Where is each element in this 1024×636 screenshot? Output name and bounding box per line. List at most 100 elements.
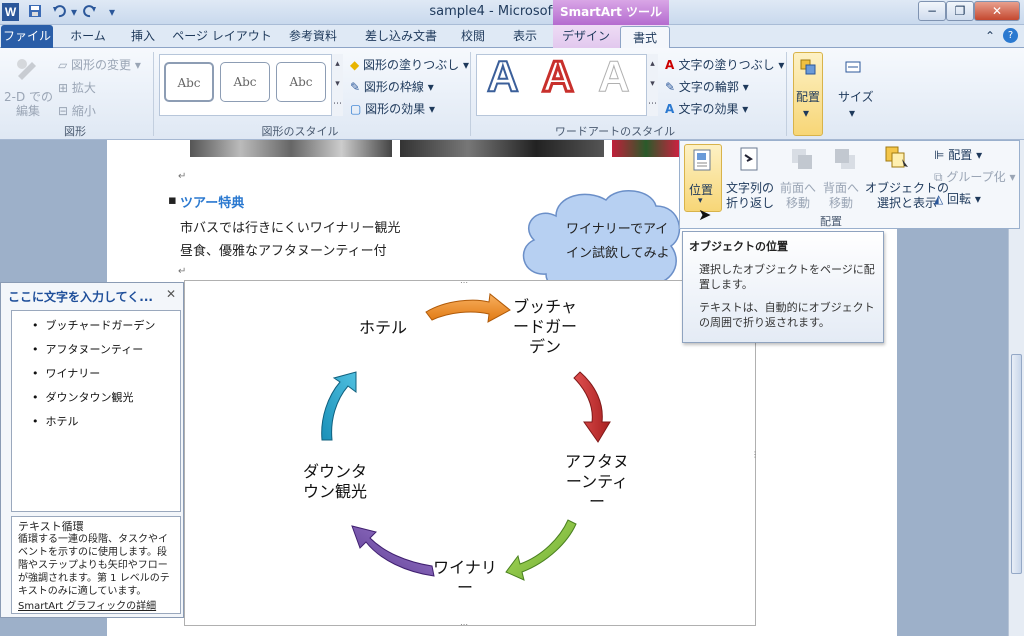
arrange-button[interactable]: 配置: [796, 88, 820, 105]
shape-fill-button[interactable]: ◆ 図形の塗りつぶし ▾: [350, 56, 469, 73]
change-shape-icon: ▱: [58, 58, 72, 72]
layout-name: テキスト循環: [18, 520, 84, 533]
selection-pane-icon: [884, 145, 910, 174]
text-pane-title: ここに文字を入力してく...: [8, 290, 153, 304]
title-bar: W ▾ ▾ sample4 - Microsoft Word SmartArt …: [0, 0, 1024, 25]
edit-2d-button[interactable]: 2-D での 編集: [4, 90, 53, 118]
text-pane-list[interactable]: • ブッチャードガーデン • アフタヌーンティー • ワイナリー • ダウンタウ…: [11, 310, 181, 512]
list-item[interactable]: • アフタヌーンティー: [32, 341, 143, 357]
list-item[interactable]: • ワイナリー: [32, 365, 100, 381]
align-button[interactable]: ⊫ 配置 ▾: [934, 146, 982, 163]
change-shape-button[interactable]: ▱ 図形の変更 ▾: [58, 56, 141, 73]
smartart-node-5[interactable]: ホテル: [348, 318, 418, 338]
position-icon: [692, 149, 714, 174]
text-fill-button[interactable]: A 文字の塗りつぶし ▾: [665, 56, 784, 73]
size-button[interactable]: サイズ: [838, 88, 874, 105]
shrink-icon: ⊟: [58, 104, 72, 118]
shape-group-label: 図形: [64, 125, 86, 138]
tab-review[interactable]: 校閲: [452, 25, 494, 48]
shape-style-1[interactable]: Abc: [164, 62, 214, 102]
wrap-text-button[interactable]: 文字列の 折り返し: [726, 181, 774, 211]
text-effects-button[interactable]: A 文字の効果 ▾: [665, 100, 748, 117]
tab-references[interactable]: 参考資料: [280, 25, 346, 48]
photo-3[interactable]: [612, 140, 680, 157]
minimize-button[interactable]: −: [918, 1, 946, 21]
arrange-panel-label: 配置: [820, 215, 842, 228]
arrange-icon: [799, 58, 817, 79]
tooltip-title: オブジェクトの位置: [689, 240, 788, 253]
window-title: sample4 - Microsoft Word: [429, 4, 595, 19]
restore-button[interactable]: ❐: [946, 1, 974, 21]
wordart-style-3[interactable]: A: [598, 52, 631, 102]
tab-file[interactable]: ファイル: [1, 25, 53, 48]
shape-style-2[interactable]: Abc: [220, 62, 270, 102]
rotate-icon: ◭: [934, 192, 948, 206]
text-effects-icon: A: [665, 102, 679, 116]
wordart-scroll[interactable]: ▴ ▾ ⋯: [646, 54, 658, 116]
enlarge-button[interactable]: ⊞ 拡大: [58, 79, 96, 96]
position-tooltip: オブジェクトの位置 選択したオブジェクトをページに配置します。 テキストは、自動…: [682, 231, 884, 343]
tab-format[interactable]: 書式: [620, 26, 670, 49]
size-dropdown-icon[interactable]: ▾: [849, 106, 855, 120]
pen-icon: ✎: [350, 80, 364, 94]
smartart-text-pane: ここに文字を入力してく... ✕ • ブッチャードガーデン • アフタヌーンティ…: [0, 282, 184, 618]
list-item[interactable]: • ブッチャードガーデン: [32, 317, 155, 333]
bring-forward-button[interactable]: 前面へ 移動: [780, 181, 816, 211]
paragraph-mark: ↵: [178, 171, 187, 182]
close-button[interactable]: ✕: [974, 1, 1020, 21]
wordart-style-2[interactable]: A: [541, 51, 576, 103]
help-icon[interactable]: ?: [1003, 28, 1018, 43]
separator: [470, 52, 471, 136]
photo-2[interactable]: [400, 140, 604, 157]
doc-heading[interactable]: ツアー特典: [180, 192, 244, 211]
arrange-dropdown-icon[interactable]: ▾: [803, 106, 809, 120]
shape-style-3[interactable]: Abc: [276, 62, 326, 102]
bring-forward-icon: [790, 147, 814, 174]
align-icon: ⊫: [934, 148, 949, 162]
text-fill-icon: A: [665, 58, 679, 72]
tab-mailings[interactable]: 差し込み文書: [356, 25, 446, 48]
smartart-tools-context: SmartArt ツール: [553, 0, 669, 25]
effects-icon: ▢: [350, 102, 366, 116]
ribbon: 2-D での 編集 ▱ 図形の変更 ▾ ⊞ 拡大 ⊟ 縮小 図形 Abc Abc…: [0, 48, 1024, 140]
separator: [786, 52, 787, 136]
cloud-text: ワイナリーでアイ イン試飲してみよ: [566, 222, 670, 261]
bullet-icon: ▪: [168, 193, 177, 208]
smartart-node-3[interactable]: ワイナリ ー: [425, 558, 505, 598]
wrap-text-icon: [738, 147, 762, 174]
tooltip-line-1: 選択したオブジェクトをページに配置します。: [699, 263, 875, 291]
photo-1[interactable]: [190, 140, 392, 157]
layout-description: テキスト循環 循環する一連の段階、タスクやイベントを示すのに使用します。段階やス…: [11, 516, 181, 614]
send-backward-button[interactable]: 背面へ 移動: [823, 181, 859, 211]
tab-design[interactable]: デザイン: [557, 25, 615, 48]
smartart-node-2[interactable]: アフタヌ ーンティ ー: [555, 452, 639, 512]
shape-effects-button[interactable]: ▢ 図形の効果 ▾: [350, 100, 435, 117]
tab-view[interactable]: 表示: [502, 25, 548, 48]
rotate-button[interactable]: ◭ 回転 ▾: [934, 190, 981, 207]
shape-style-scroll[interactable]: ▴ ▾ ⋯: [331, 54, 343, 116]
text-outline-icon: ✎: [665, 80, 679, 94]
paint-bucket-icon: ◆: [350, 58, 364, 72]
tab-home[interactable]: ホーム: [61, 25, 115, 48]
close-icon[interactable]: ✕: [166, 287, 176, 301]
text-outline-button[interactable]: ✎ 文字の輪郭 ▾: [665, 78, 749, 95]
list-item[interactable]: • ホテル: [32, 413, 78, 429]
doc-line-1[interactable]: 市バスでは行きにくいワイナリー観光: [180, 217, 400, 236]
tab-page-layout[interactable]: ページ レイアウト: [172, 25, 272, 48]
tab-insert[interactable]: 挿入: [120, 25, 166, 48]
group-button[interactable]: ⧉ グループ化 ▾: [934, 168, 1016, 185]
scrollbar-thumb[interactable]: [1011, 354, 1022, 574]
wordart-style-1[interactable]: A: [486, 51, 520, 102]
list-item[interactable]: • ダウンタウン観光: [32, 389, 133, 405]
smartart-details-link[interactable]: SmartArt グラフィックの詳細: [18, 600, 174, 613]
doc-line-2[interactable]: 昼食、優雅なアフタヌーンティー付: [180, 240, 387, 259]
smartart-node-4[interactable]: ダウンタ ウン観光: [292, 462, 378, 502]
arrange-dropdown-panel: 位置 ▾ ➤ 文字列の 折り返し 前面へ 移動 背面へ 移動 オブジェクトの 選…: [679, 140, 1020, 229]
smartart-node-1[interactable]: ブッチャ ードガー デン: [505, 297, 585, 357]
shape-outline-button[interactable]: ✎ 図形の枠線 ▾: [350, 78, 434, 95]
paragraph-mark: ↵: [178, 266, 187, 277]
group-icon: ⧉: [934, 170, 947, 184]
tooltip-line-2: テキストは、自動的にオブジェクトの周囲で折り返されます。: [699, 301, 875, 329]
shrink-button[interactable]: ⊟ 縮小: [58, 102, 96, 119]
collapse-ribbon-icon[interactable]: ⌃: [985, 29, 995, 43]
